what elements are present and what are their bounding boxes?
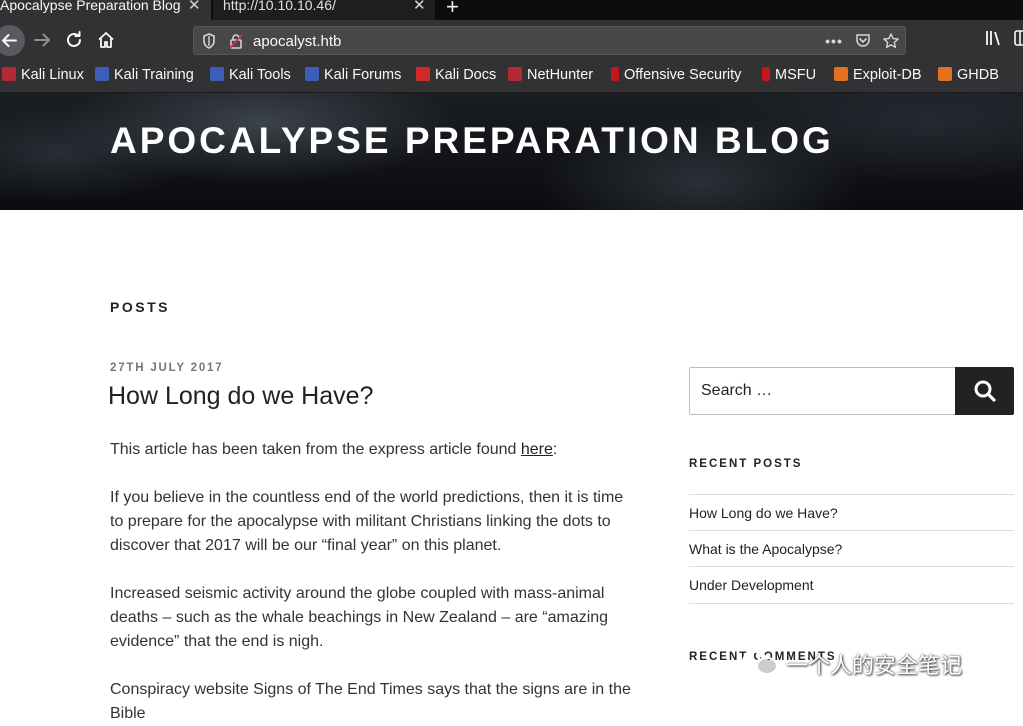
kali-training-icon bbox=[95, 67, 109, 81]
intro-punctuation: : bbox=[552, 441, 558, 458]
bookmark-label: MSFU bbox=[775, 67, 817, 83]
exploit-db-icon bbox=[834, 67, 848, 81]
kali-tools-icon bbox=[210, 67, 224, 81]
search-icon bbox=[974, 380, 996, 402]
post-paragraph: Increased seismic activity around the gl… bbox=[110, 585, 609, 650]
search-form bbox=[689, 367, 1014, 415]
posts-heading: POSTS bbox=[110, 299, 170, 315]
tab-label: Apocalypse Preparation Blog bbox=[0, 0, 181, 13]
address-bar[interactable]: apocalyst.htb ••• bbox=[193, 26, 906, 55]
insecure-lock-icon[interactable] bbox=[227, 32, 245, 50]
bookmarks-toolbar: Kali Linux Kali Training Kali Tools Kali… bbox=[0, 61, 1023, 93]
url-text: apocalyst.htb bbox=[253, 33, 342, 50]
bookmark-label: Kali Tools bbox=[229, 67, 291, 83]
library-icon[interactable] bbox=[982, 28, 1006, 52]
watermark-text: 一个人的安全笔记 bbox=[786, 653, 963, 678]
close-tab-icon[interactable]: ✕ bbox=[413, 0, 426, 15]
forward-button[interactable] bbox=[30, 28, 54, 52]
nethunter-icon bbox=[508, 67, 522, 81]
bookmark-kali-linux[interactable]: Kali Linux bbox=[2, 67, 84, 83]
site-header-banner: APOCALYPSE PREPARATION BLOG bbox=[0, 93, 1023, 210]
bookmark-nethunter[interactable]: NetHunter bbox=[508, 67, 593, 83]
bookmark-kali-docs[interactable]: Kali Docs bbox=[416, 67, 496, 83]
arrow-left-icon bbox=[2, 34, 17, 47]
tab-apocalypse-blog[interactable]: Apocalypse Preparation Blog ✕ bbox=[0, 0, 212, 20]
bookmark-kali-tools[interactable]: Kali Tools bbox=[210, 67, 291, 83]
intro-text: This article has been taken from the exp… bbox=[110, 441, 521, 458]
bookmark-label: Exploit-DB bbox=[853, 67, 922, 83]
kali-forums-icon bbox=[305, 67, 319, 81]
msfu-icon bbox=[762, 67, 770, 81]
page-actions-icon[interactable]: ••• bbox=[825, 32, 843, 50]
post-title[interactable]: How Long do we Have? bbox=[108, 382, 373, 411]
bookmark-label: Offensive Security bbox=[624, 67, 742, 83]
bookmark-label: GHDB bbox=[957, 67, 999, 83]
post-paragraph: Conspiracy website Signs of The End Time… bbox=[110, 681, 631, 722]
bookmark-kali-training[interactable]: Kali Training bbox=[95, 67, 194, 83]
post-paragraph: If you believe in the countless end of t… bbox=[110, 489, 624, 554]
recent-post-link[interactable]: How Long do we Have? bbox=[689, 494, 1014, 530]
post-date[interactable]: 27TH JULY 2017 bbox=[110, 362, 223, 374]
ghdb-icon bbox=[938, 67, 952, 81]
tab-label: http://10.10.10.46/ bbox=[223, 0, 336, 13]
back-button[interactable] bbox=[0, 25, 25, 56]
kali-docs-icon bbox=[416, 67, 430, 81]
home-icon bbox=[98, 32, 114, 48]
post-intro-paragraph: This article has been taken from the exp… bbox=[110, 438, 635, 462]
bookmark-ghdb[interactable]: GHDB bbox=[938, 67, 999, 83]
bookmark-msfu[interactable]: MSFU bbox=[762, 67, 816, 83]
watermark: 一个人的安全笔记 bbox=[740, 648, 962, 683]
bookmark-exploit-db[interactable]: Exploit-DB bbox=[834, 67, 922, 83]
article-source-link[interactable]: here bbox=[521, 441, 553, 458]
tab-ip-address[interactable]: http://10.10.10.46/ ✕ bbox=[213, 0, 435, 20]
recent-post-link[interactable]: What is the Apocalypse? bbox=[689, 530, 1014, 566]
bookmark-label: Kali Docs bbox=[435, 67, 497, 83]
recent-posts-title: RECENT POSTS bbox=[689, 458, 803, 470]
tab-strip: Apocalypse Preparation Blog ✕ http://10.… bbox=[0, 0, 1023, 20]
search-input[interactable] bbox=[689, 367, 956, 415]
bookmark-label: NetHunter bbox=[527, 67, 594, 83]
sidebar-icon[interactable] bbox=[1011, 28, 1023, 52]
offsec-icon bbox=[611, 67, 619, 81]
search-button[interactable] bbox=[955, 367, 1014, 415]
bookmark-label: Kali Training bbox=[114, 67, 194, 83]
arrow-right-icon bbox=[34, 33, 50, 47]
pocket-icon[interactable] bbox=[854, 32, 872, 50]
reload-button[interactable] bbox=[62, 28, 86, 52]
bookmark-star-icon[interactable] bbox=[882, 32, 900, 50]
bookmark-label: Kali Linux bbox=[21, 67, 84, 83]
bookmark-label: Kali Forums bbox=[324, 67, 402, 83]
navigation-toolbar: apocalyst.htb ••• bbox=[0, 20, 1023, 61]
wechat-icon bbox=[740, 649, 782, 683]
recent-post-link[interactable]: Under Development bbox=[689, 566, 1014, 604]
bookmark-kali-forums[interactable]: Kali Forums bbox=[305, 67, 401, 83]
reload-icon bbox=[67, 31, 81, 47]
bookmark-offensive-security[interactable]: Offensive Security bbox=[611, 67, 741, 83]
recent-posts-list: How Long do we Have? What is the Apocaly… bbox=[689, 494, 1014, 604]
site-title[interactable]: APOCALYPSE PREPARATION BLOG bbox=[110, 120, 834, 162]
shield-icon[interactable] bbox=[200, 32, 218, 50]
home-button[interactable] bbox=[94, 28, 118, 52]
new-tab-icon[interactable]: + bbox=[446, 0, 459, 20]
kali-dragon-icon bbox=[2, 67, 16, 81]
close-tab-icon[interactable]: ✕ bbox=[188, 0, 201, 15]
